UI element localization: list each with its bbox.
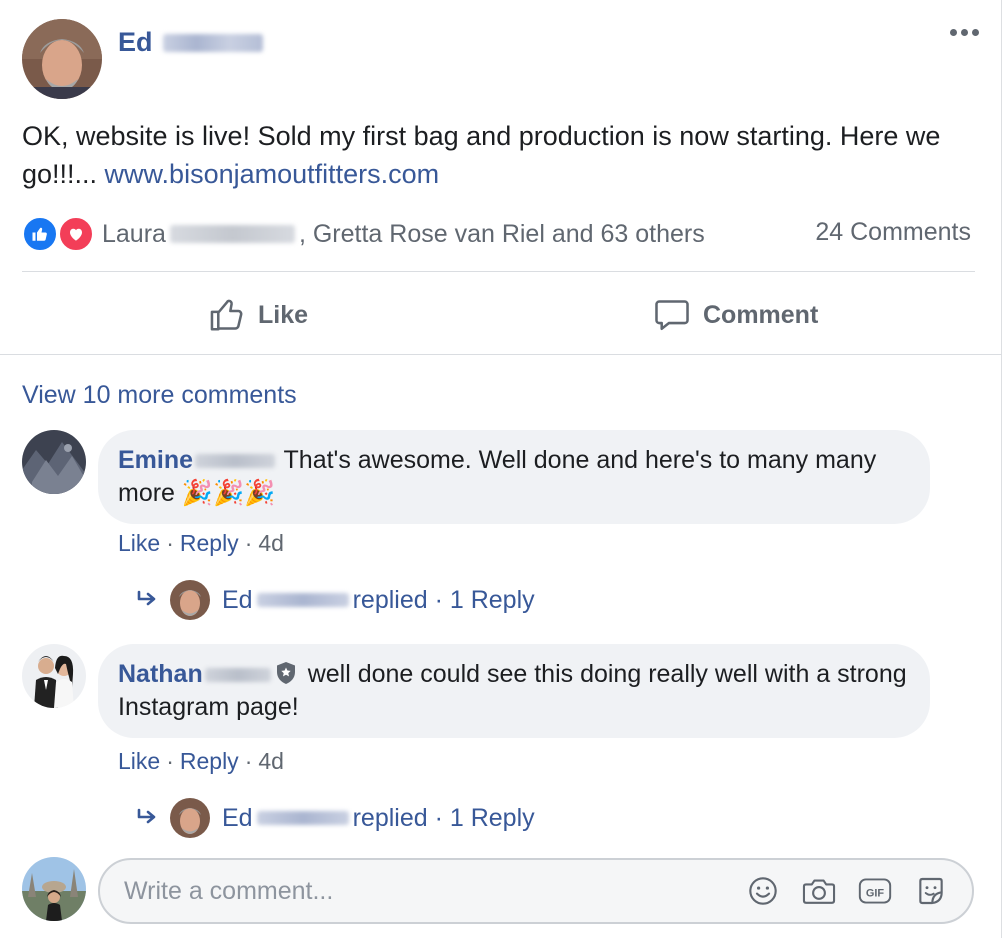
comment-button[interactable]: Comment [653,293,818,337]
author-header: Ed [118,27,263,58]
comment-meta: Like · Reply · 4d [118,530,284,557]
composer-icons: GIF [746,874,948,908]
post-body: OK, website is live! Sold my first bag a… [22,117,982,193]
comment-button-label: Comment [703,300,819,329]
comment-like-link[interactable]: Like [118,748,160,775]
comment-reply-link[interactable]: Reply [180,530,239,557]
separator: · [244,748,253,774]
thumbs-up-reaction-icon [22,216,58,252]
comment-like-link[interactable]: Like [118,530,160,557]
commenter-avatar[interactable] [22,430,86,494]
replies-link[interactable]: Ed replied · 1 Reply [136,798,535,838]
smiley-icon[interactable] [746,874,780,908]
post-link[interactable]: www.bisonjamoutfitters.com [105,159,440,189]
shield-star-icon [276,662,295,684]
like-button[interactable]: Like [208,293,308,337]
view-more-comments-link[interactable]: View 10 more comments [22,381,297,410]
replies-link[interactable]: Ed replied · 1 Reply [136,580,535,620]
reply-arrow-icon [137,590,156,606]
reply-author-name: Ed [222,585,253,614]
svg-text:GIF: GIF [866,887,885,899]
redacted-surname [195,454,276,469]
comment-meta: Like · Reply · 4d [118,748,284,775]
divider [0,354,1002,355]
reply-count-text: replied · 1 Reply [352,803,535,832]
camera-icon[interactable] [802,874,836,908]
current-user-avatar [22,857,86,921]
redacted-reactor-surname [169,225,295,243]
comment-input[interactable] [124,876,746,906]
like-button-label: Like [258,300,309,329]
separator: · [244,530,253,556]
reply-author-avatar [170,580,210,620]
comment-composer[interactable]: GIF [98,858,974,924]
speech-bubble-icon [655,300,689,331]
commenter-name[interactable]: Emine [118,446,193,474]
reply-author-name: Ed [222,803,253,832]
reply-author-avatar [170,798,210,838]
reaction-icons [22,216,96,252]
reactors-rest: , Gretta Rose van Riel and 63 others [298,219,705,248]
gif-icon[interactable]: GIF [858,874,892,908]
author-avatar[interactable] [22,19,102,99]
author-name[interactable]: Ed [118,27,153,58]
heart-reaction-icon [58,216,94,252]
more-options-icon[interactable] [950,29,979,36]
redacted-surname [204,668,271,683]
reactors-text: Laura , Gretta Rose van Riel and 63 othe… [102,220,705,249]
reactor-first-name: Laura [102,219,166,248]
separator: · [166,530,174,556]
reply-count-text: replied · 1 Reply [352,585,535,614]
comments-count-link[interactable]: 24 Comments [815,218,971,247]
reactions-summary[interactable]: Laura , Gretta Rose van Riel and 63 othe… [22,216,705,252]
reply-arrow-icon [137,808,156,824]
thumbs-up-icon [210,299,243,331]
redacted-surname [256,811,349,825]
post-card: Ed OK, website is live! Sold my first ba… [0,0,1002,938]
commenter-avatar[interactable] [22,644,86,708]
party-popper-emoji: 🎉🎉🎉 [181,479,276,507]
sticker-icon[interactable] [914,874,948,908]
redacted-surname [256,593,349,607]
comment-reply-link[interactable]: Reply [180,748,239,775]
separator: · [166,748,174,774]
redacted-surname [162,33,263,52]
commenter-name[interactable]: Nathan [118,660,203,688]
comment-timestamp: 4d [258,748,284,774]
comment-bubble: Emine That's awesome. Well done and here… [98,430,930,524]
comment-timestamp: 4d [258,530,284,556]
comment-bubble: Nathan well done could see this doing re… [98,644,930,738]
divider [22,271,975,272]
